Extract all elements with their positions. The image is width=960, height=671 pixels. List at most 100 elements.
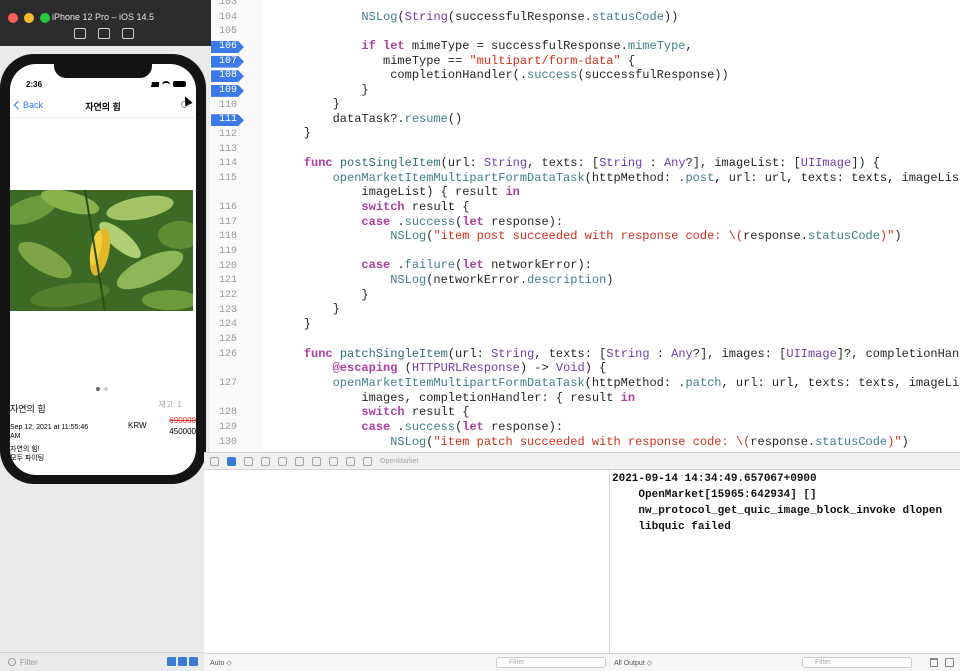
code-line[interactable]: NSLog(networkError.description) (275, 273, 613, 287)
screenshot-icon[interactable] (74, 28, 86, 39)
variables-view[interactable] (204, 470, 609, 653)
line-number: 130 (218, 436, 237, 448)
rotate-icon[interactable] (122, 28, 134, 39)
filter-icon (8, 658, 16, 666)
zoom-window-button[interactable] (40, 13, 50, 23)
code-line[interactable]: } (275, 126, 311, 140)
breakpoint-marker[interactable]: 106 (211, 40, 244, 53)
breakpoint-marker[interactable]: 107 (211, 55, 244, 68)
code-line[interactable]: images, completionHandler: { result in (275, 391, 635, 405)
line-number-gutter[interactable]: 103 104 105 106 107 108 109 110 111 112 113 114 115 1… (211, 0, 263, 452)
page-indicator[interactable] (96, 387, 108, 391)
split-view-icon[interactable] (945, 658, 954, 667)
variables-filter-input[interactable]: Filter (496, 657, 606, 668)
line-number: 118 (218, 231, 237, 243)
wifi-icon (162, 81, 170, 87)
line-number: 123 (218, 304, 237, 316)
code-line[interactable]: } (275, 83, 368, 97)
code-line[interactable]: NSLog("item post succeeded with response… (275, 229, 901, 243)
breakpoint-marker[interactable]: 109 (211, 84, 244, 97)
line-number: 114 (218, 158, 237, 170)
line-number: 122 (218, 290, 237, 301)
code-line[interactable]: switch result { (275, 405, 469, 419)
code-line[interactable]: case .failure(let networkError): (275, 258, 591, 272)
code-line[interactable]: openMarketItemMultipartFormDataTask(http… (275, 171, 960, 185)
step-into-icon[interactable] (278, 456, 287, 466)
code-line[interactable]: if let mimeType = successfulResponse.mim… (275, 39, 692, 53)
navigation-bar: Back 자연의 힘 (10, 94, 196, 118)
code-line[interactable]: case .success(let response): (275, 420, 563, 434)
step-out-icon[interactable] (295, 456, 304, 466)
product-currency: KRW (128, 421, 147, 430)
code-line[interactable]: } (275, 302, 340, 316)
breakpoint-marker[interactable]: 108 (211, 70, 244, 83)
line-number: 107 (218, 55, 237, 67)
close-window-button[interactable] (8, 13, 18, 23)
code-line[interactable]: imageList) { result in (275, 185, 519, 199)
breakpoints-toggle-icon[interactable] (227, 456, 236, 466)
environment-overrides-icon[interactable] (346, 456, 355, 466)
product-image[interactable] (10, 190, 193, 311)
code-line[interactable]: case .success(let response): (275, 215, 563, 229)
code-line[interactable]: dataTask?.resume() (275, 112, 463, 126)
line-number: 112 (218, 128, 237, 140)
debug-toolbar: OpenMarket (204, 452, 960, 470)
code-line[interactable]: } (275, 288, 368, 302)
line-number: 105 (218, 26, 237, 38)
iphone-screen: 2:36 Back 자연의 힘 자연의 힘 재고: 1 Sep 12, 2021… (10, 64, 196, 475)
line-number: 110 (218, 99, 237, 111)
line-number: 106 (218, 40, 237, 52)
line-number: 113 (218, 143, 237, 155)
code-line[interactable]: mimeType == "multipart/form-data" { (275, 54, 635, 68)
navigator-filter-placeholder: Filter (20, 657, 38, 667)
code-line[interactable]: completionHandler(.success(successfulRes… (275, 68, 728, 82)
code-line[interactable]: } (275, 97, 340, 111)
battery-icon (173, 81, 186, 87)
code-line[interactable]: @escaping (HTTPURLResponse) -> Void) { (275, 361, 607, 375)
code-line[interactable]: NSLog(String(successfulResponse.statusCo… (275, 10, 678, 24)
hide-debug-area-icon[interactable] (210, 456, 219, 466)
simulator-titlebar: iPhone 12 Pro – iOS 14.5 (0, 0, 211, 46)
source-editor[interactable]: 103 104 105 106 107 108 109 110 111 112 113 114 115 1… (211, 0, 960, 452)
simulate-location-icon[interactable] (363, 456, 372, 466)
line-number: 124 (218, 319, 237, 331)
line-number: 117 (218, 216, 237, 228)
description-line: 자연의 힘! (10, 446, 40, 453)
line-number: 127 (218, 377, 237, 389)
status-bar-time: 2:36 (26, 80, 43, 89)
navigator-filter-options[interactable] (167, 657, 198, 666)
home-icon[interactable] (98, 28, 110, 39)
code-line[interactable]: func postSingleItem(url: String, texts: … (275, 156, 880, 170)
line-number: 128 (218, 407, 237, 419)
code-line[interactable]: func patchSingleItem(url: String, texts:… (275, 347, 960, 361)
page-title: 자연의 힘 (85, 102, 121, 112)
code-line[interactable]: } (275, 317, 311, 331)
line-number: 120 (218, 260, 237, 272)
line-number: 126 (218, 348, 237, 360)
product-description: 자연의 힘! 모두 파이팅 (10, 445, 44, 463)
navigator-filter-bar[interactable]: Filter (0, 652, 204, 671)
step-over-icon[interactable] (261, 456, 270, 466)
console-output[interactable]: 2021-09-14 14:34:49.657067+0900 OpenMark… (609, 470, 960, 653)
line-number: 125 (218, 333, 237, 345)
memory-graph-icon[interactable] (329, 456, 338, 466)
variables-scope-select[interactable]: Auto ◇ (210, 659, 232, 667)
code-line[interactable]: openMarketItemMultipartFormDataTask(http… (275, 376, 960, 390)
code-line[interactable]: switch result { (275, 200, 469, 214)
view-hierarchy-icon[interactable] (312, 456, 321, 466)
pause-icon[interactable] (244, 456, 253, 466)
iphone-device-frame: 2:36 Back 자연의 힘 자연의 힘 재고: 1 Sep 12, 2021… (0, 54, 206, 484)
line-number: 108 (218, 70, 237, 82)
minimize-window-button[interactable] (24, 13, 34, 23)
console-text: 2021-09-14 14:34:49.657067+0900 OpenMark… (612, 473, 943, 533)
trash-icon[interactable] (930, 658, 938, 667)
debug-bottom-bar: Auto ◇ Filter All Output ◇ Filter (204, 653, 960, 671)
line-number: 104 (218, 11, 237, 23)
console-filter-input[interactable]: Filter (802, 657, 912, 668)
console-output-select[interactable]: All Output ◇ (614, 659, 652, 667)
code-line[interactable]: NSLog("item patch succeeded with respons… (275, 435, 909, 449)
line-number: 109 (218, 84, 237, 96)
breakpoint-marker[interactable]: 111 (211, 114, 244, 127)
line-number: 111 (218, 114, 237, 126)
product-stock: 재고: 1 (158, 400, 182, 409)
